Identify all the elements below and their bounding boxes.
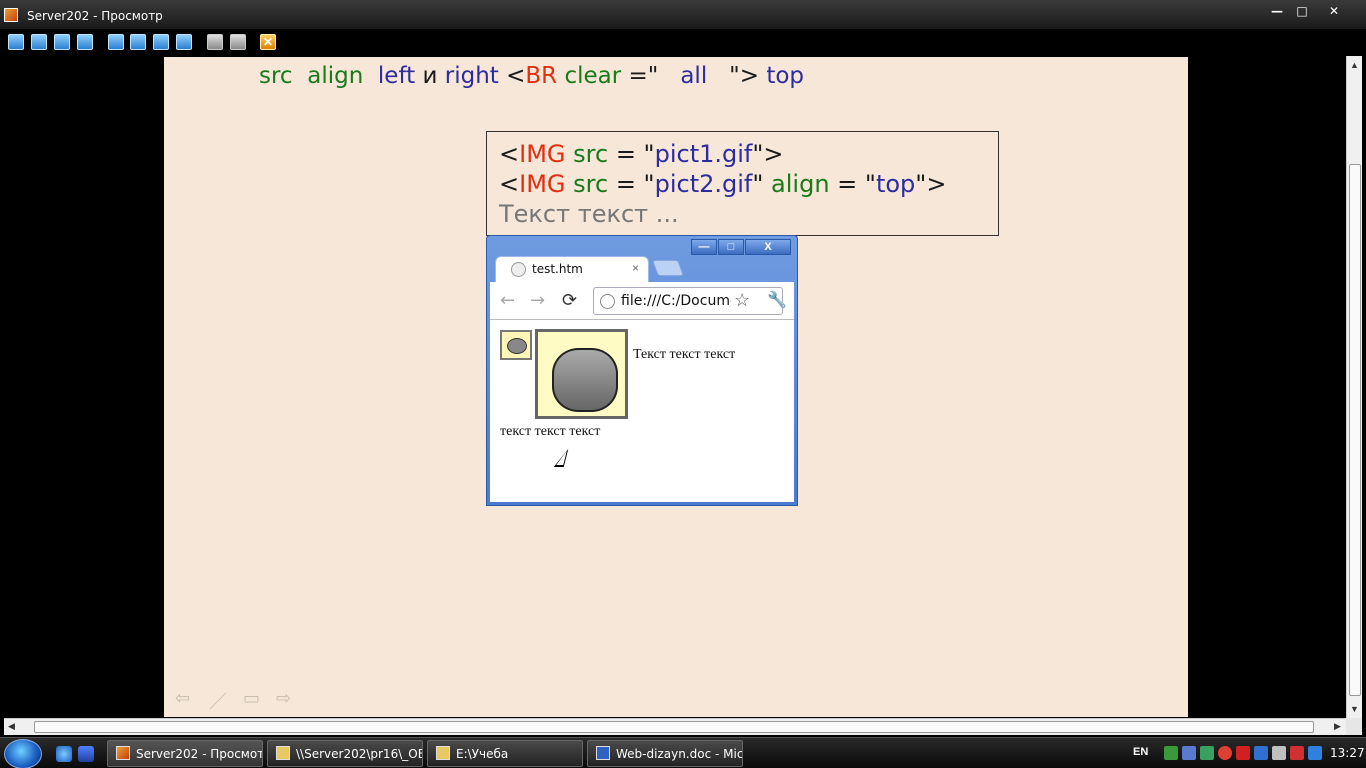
- message-icon[interactable]: [77, 34, 93, 50]
- folder-icon: [436, 746, 450, 760]
- scroll-left-icon[interactable]: ◀: [8, 721, 15, 732]
- code-example-box: <IMG src = "pict1.gif"> <IMG src = "pict…: [486, 131, 999, 236]
- browser-screenshot: — □ X test.htm × ← → ⟳ file:///C:/Docume…: [486, 235, 798, 506]
- word-icon: [596, 746, 610, 760]
- app-icon: [4, 8, 18, 22]
- wrench-icon: 🔧: [767, 292, 787, 309]
- window-title: Server202 - Просмотр: [27, 9, 163, 23]
- clock[interactable]: 13:27: [1330, 746, 1365, 760]
- tray-users-icon[interactable]: [1182, 746, 1196, 760]
- next-slide-icon[interactable]: ⇨: [276, 688, 291, 709]
- ie-icon[interactable]: [56, 746, 72, 762]
- tab-close-icon: ×: [632, 261, 640, 275]
- window-icon[interactable]: [108, 34, 124, 50]
- start-button[interactable]: [4, 739, 42, 768]
- browser-navbar: ← → ⟳ file:///C:/Documents ☆ 🔧: [490, 282, 794, 320]
- scroll-corner: [1346, 718, 1362, 735]
- browser-text-below: текст текст текст: [500, 424, 601, 439]
- task-folder-pr16[interactable]: \\Server202\pr16\_ОВД: [267, 740, 423, 767]
- vertical-scrollbar[interactable]: ▲ ▼: [1346, 56, 1362, 718]
- task-folder-ucheba[interactable]: E:\Учеба: [427, 740, 583, 767]
- scale-icon[interactable]: [176, 34, 192, 50]
- chat-icon[interactable]: [31, 34, 47, 50]
- close-button[interactable]: ✕: [1322, 3, 1346, 19]
- horizontal-scrollbar[interactable]: ◀ ▶: [4, 718, 1346, 735]
- folder-icon: [276, 746, 290, 760]
- phone-icon[interactable]: [54, 34, 70, 50]
- copy-icon[interactable]: [207, 34, 223, 50]
- reload-icon: ⟳: [562, 290, 578, 311]
- new-tab-icon: [652, 260, 684, 276]
- tray-network-icon[interactable]: [1164, 746, 1178, 760]
- browser-content: Текст текст текст текст текст текст: [490, 320, 794, 502]
- pen-icon[interactable]: ／: [209, 688, 227, 714]
- fit-screen-icon[interactable]: [153, 34, 169, 50]
- quicklaunch-icon[interactable]: [78, 746, 94, 762]
- browser-tab: test.htm ×: [495, 256, 649, 282]
- tray-opera-icon[interactable]: [1218, 746, 1232, 760]
- tray-shield-icon[interactable]: [1236, 746, 1250, 760]
- tools-icon[interactable]: [230, 34, 246, 50]
- tray-alert-icon[interactable]: [1290, 746, 1304, 760]
- minimize-button[interactable]: —: [1265, 3, 1289, 19]
- code-line-2: <IMG src = "pict2.gif" align = "top">: [499, 170, 947, 198]
- horizontal-scroll-thumb[interactable]: [34, 721, 1314, 733]
- maximize-button[interactable]: □: [1290, 3, 1314, 19]
- address-url: file:///C:/Documents: [621, 293, 731, 309]
- disconnect-icon[interactable]: ✕: [260, 34, 276, 50]
- address-bar: file:///C:/Documents ☆: [593, 287, 783, 315]
- tray-info-icon[interactable]: [1308, 746, 1322, 760]
- viewer-app-icon: [116, 746, 130, 760]
- globe-icon: [511, 262, 526, 277]
- prev-slide-icon[interactable]: ⇦: [175, 688, 190, 709]
- tray-volume-icon[interactable]: [1272, 746, 1286, 760]
- tray-display-icon[interactable]: [1254, 746, 1268, 760]
- mouse-image-small: [500, 330, 532, 360]
- browser-maximize-icon: □: [718, 239, 744, 255]
- browser-text-right: Текст текст текст: [633, 347, 736, 362]
- browser-tab-title: test.htm: [532, 262, 583, 276]
- slide-menu-icon[interactable]: ▭: [243, 688, 260, 709]
- taskbar: Server202 - Просмотр \\Server202\pr16\_О…: [0, 737, 1366, 768]
- scroll-right-icon[interactable]: ▶: [1334, 721, 1341, 732]
- tray-monitor-icon[interactable]: [1200, 746, 1214, 760]
- task-word-doc[interactable]: Web-dizayn.doc - Micr...: [587, 740, 743, 767]
- language-indicator[interactable]: EN: [1133, 746, 1148, 758]
- code-line-3: Текст текст ...: [499, 200, 679, 228]
- vertical-scroll-thumb[interactable]: [1349, 164, 1361, 696]
- task-server202[interactable]: Server202 - Просмотр: [107, 740, 263, 767]
- star-icon: ☆: [734, 290, 751, 310]
- scroll-up-icon[interactable]: ▲: [1350, 60, 1359, 70]
- globe-icon: [600, 294, 615, 309]
- browser-close-icon: X: [745, 239, 791, 255]
- browser-minimize-icon: —: [691, 239, 717, 255]
- monitor-icon[interactable]: [8, 34, 24, 50]
- slide-heading: src align left и right <BR clear =" all …: [259, 63, 805, 89]
- mouse-image-large: [535, 329, 628, 419]
- back-icon: ←: [500, 290, 516, 311]
- viewer-toolbar: ✕: [0, 30, 1366, 56]
- forward-icon: →: [530, 290, 546, 311]
- window-titlebar: Server202 - Просмотр — □ ✕: [0, 0, 1366, 30]
- fullscreen-icon[interactable]: [130, 34, 146, 50]
- code-line-1: <IMG src = "pict1.gif">: [499, 140, 784, 168]
- scroll-down-icon[interactable]: ▼: [1350, 704, 1359, 714]
